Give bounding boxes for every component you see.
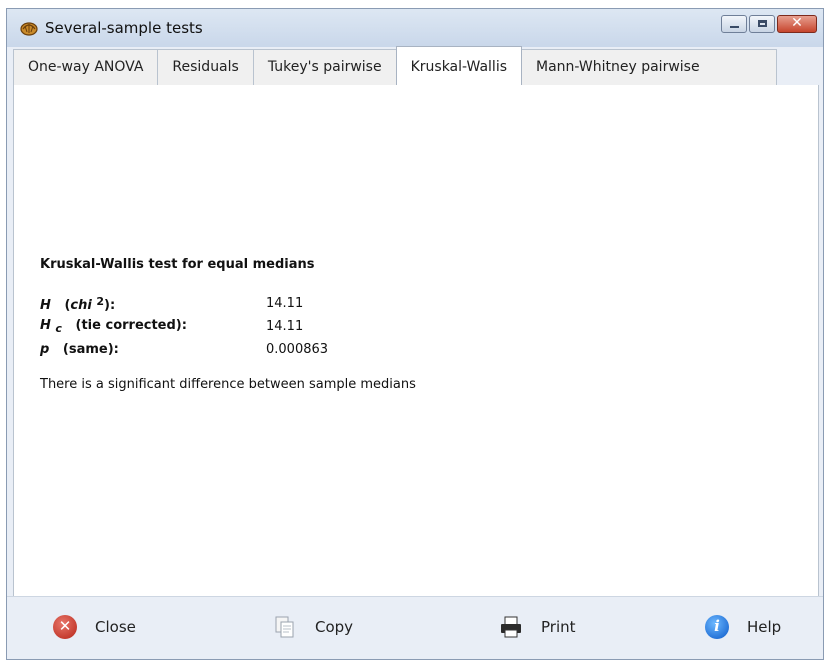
app-window: Several-sample tests ✕ One-way ANOVA Res… <box>6 8 824 660</box>
results-text: Kruskal-Wallis test for equal medians H … <box>40 257 416 392</box>
tab-mann-whitney-pairwise[interactable]: Mann-Whitney pairwise <box>521 49 715 85</box>
copy-button-label: Copy <box>315 618 354 636</box>
result-value-hc: 14.11 <box>266 319 304 334</box>
results-heading: Kruskal-Wallis test for equal medians <box>40 257 315 272</box>
maximize-button[interactable] <box>749 15 775 33</box>
result-label-p: p (same): <box>40 342 119 357</box>
result-value-h: 14.11 <box>266 296 304 311</box>
result-row-h: H (chi 2): 14.11 <box>40 292 416 315</box>
maximize-icon <box>758 20 767 27</box>
minimize-button[interactable] <box>721 15 747 33</box>
close-window-button[interactable]: ✕ <box>777 15 817 33</box>
results-panel: Kruskal-Wallis test for equal medians H … <box>13 85 819 599</box>
printer-icon <box>501 616 521 638</box>
window-title: Several-sample tests <box>45 19 203 37</box>
title-bar[interactable]: Several-sample tests ✕ <box>7 9 823 47</box>
close-button-label: Close <box>95 618 136 636</box>
window-controls: ✕ <box>721 15 817 37</box>
copy-button[interactable]: Copy <box>273 611 353 643</box>
result-value-p: 0.000863 <box>266 342 329 357</box>
result-row-hc: H c (tie corrected): 14.11 <box>40 315 416 338</box>
tab-one-way-anova[interactable]: One-way ANOVA <box>13 49 159 85</box>
tab-tukeys-pairwise[interactable]: Tukey's pairwise <box>252 49 397 85</box>
results-conclusion: There is a significant difference betwee… <box>40 377 416 392</box>
close-button[interactable]: ✕ Close <box>53 611 136 643</box>
tab-strip-filler <box>713 49 777 85</box>
minimize-icon <box>730 26 739 28</box>
close-icon: ✕ <box>791 15 803 31</box>
result-label-h: H (chi 2): <box>40 294 116 313</box>
print-button[interactable]: Print <box>499 611 576 643</box>
result-row-p: p (same): 0.000863 <box>40 338 416 361</box>
help-button-label: Help <box>747 618 782 636</box>
tab-strip: One-way ANOVA Residuals Tukey's pairwise… <box>13 46 777 86</box>
button-bar: ✕ Close Copy Print i Help <box>7 596 823 659</box>
tab-kruskal-wallis[interactable]: Kruskal-Wallis <box>395 46 523 86</box>
app-logo-icon <box>20 22 38 36</box>
help-button[interactable]: i Help <box>705 611 781 643</box>
copy-icon <box>275 616 294 638</box>
info-icon: i <box>705 615 729 639</box>
print-button-label: Print <box>541 618 576 636</box>
result-label-hc: H c (tie corrected): <box>40 318 187 335</box>
tab-residuals[interactable]: Residuals <box>157 49 254 85</box>
close-circle-icon: ✕ <box>53 615 77 639</box>
